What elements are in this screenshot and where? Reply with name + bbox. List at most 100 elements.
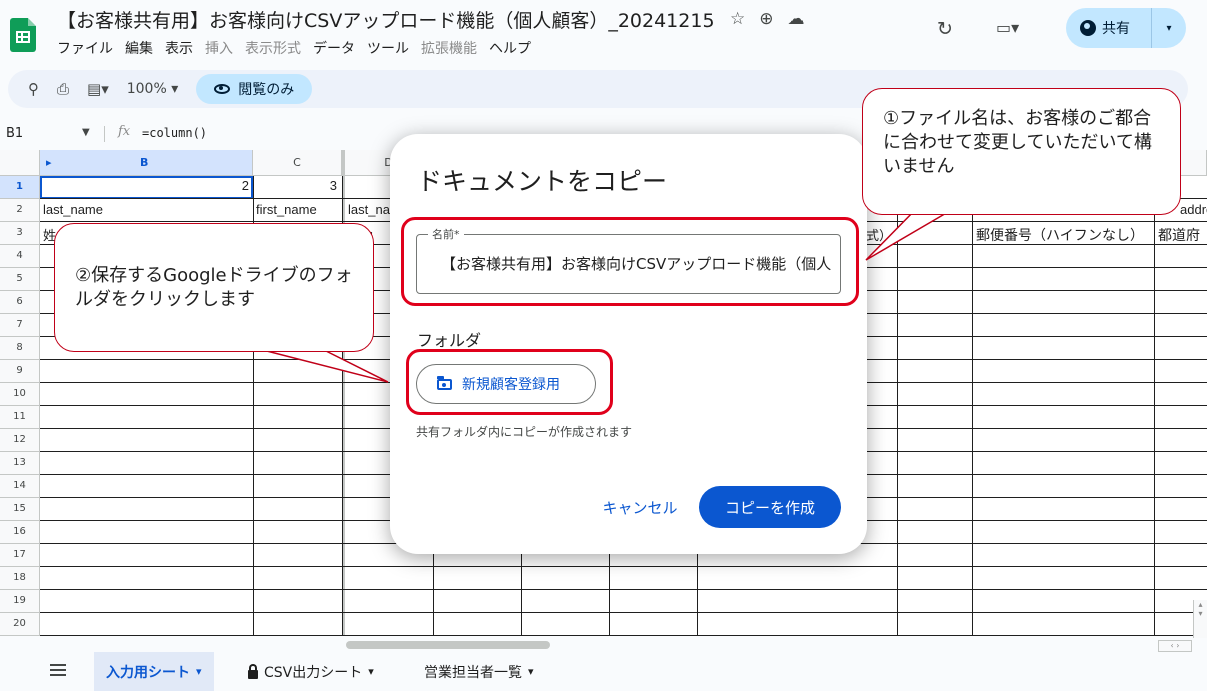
move-to-drive-icon[interactable]: ⊕ [759, 9, 773, 29]
sheets-logo-icon[interactable] [10, 18, 36, 52]
share-label: 共有 [1102, 21, 1130, 37]
row-header[interactable]: 5 [0, 268, 40, 291]
column-header-c[interactable]: C [253, 150, 342, 176]
menu-item-6[interactable]: ツール [367, 38, 409, 58]
cell-prefecture-header[interactable]: 都道府 [1158, 225, 1207, 245]
menu-item-1[interactable]: 編集 [125, 38, 153, 58]
app-header: 【お客様共有用】お客様向けCSVアップロード機能（個人顧客）_20241215 … [0, 0, 1207, 68]
highlight-file-name [401, 217, 859, 306]
chevron-down-icon: ▾ [171, 81, 179, 97]
vertical-scroll-arrows[interactable]: ▴ ▾ [1193, 600, 1207, 638]
share-dropdown-icon[interactable]: ▾ [1152, 23, 1186, 34]
sheet-tab-bar: 入力用シート ▾ CSV出力シート ▾ 営業担当者一覧 ▾ [0, 652, 1207, 691]
row-header[interactable]: 10 [0, 383, 40, 406]
column-header-a[interactable]: ▸ B [40, 150, 253, 176]
horizontal-scrollbar[interactable] [346, 641, 550, 649]
select-all-corner[interactable] [0, 150, 40, 176]
row-header[interactable]: 12 [0, 429, 40, 452]
row-header[interactable]: 11 [0, 406, 40, 429]
globe-icon [1080, 20, 1096, 36]
cell-c2[interactable]: first_name [256, 202, 342, 217]
all-sheets-icon[interactable] [50, 664, 66, 676]
row-header[interactable]: 19 [0, 590, 40, 613]
folder-heading: フォルダ [417, 331, 482, 350]
cell-g3[interactable]: 式） [866, 225, 896, 244]
row-gridline [40, 612, 1207, 613]
print-icon[interactable]: ⎙ [57, 80, 69, 98]
document-title[interactable]: 【お客様共有用】お客様向けCSVアップロード機能（個人顧客）_20241215 [57, 6, 715, 33]
share-main-button[interactable]: 共有 [1066, 8, 1152, 48]
fx-icon: fx [118, 124, 131, 139]
row-header[interactable]: 20 [0, 613, 40, 636]
callout-folder: ②保存するGoogleドライブのフォルダをクリックします [54, 223, 374, 352]
zoom-select[interactable]: 100% ▾ [127, 81, 179, 97]
name-box-dropdown-icon[interactable]: ▼ [82, 127, 90, 138]
sheet-tab-input[interactable]: 入力用シート ▾ [94, 652, 214, 691]
menu-item-4[interactable]: 表示形式 [245, 38, 301, 58]
chevron-down-icon: ▾ [196, 665, 202, 678]
cell-b2[interactable]: last_name [43, 202, 251, 217]
dialog-title: ドキュメントをコピー [417, 167, 668, 196]
selected-cell-outline [40, 176, 253, 199]
row-gridline [40, 566, 1207, 567]
row-gridline [40, 635, 1207, 636]
row-gridline [40, 589, 1207, 590]
title-icons: ☆ ⊕ ☁ [730, 9, 805, 29]
copy-document-dialog: ドキュメントをコピー 名前* 【お客様共有用】お客様向けCSVアップロード機能（… [390, 134, 867, 554]
menu-item-5[interactable]: データ [313, 38, 355, 58]
menu-bar: ファイル 編集 表示 挿入 表示形式 データ ツール 拡張機能 ヘルプ [57, 38, 531, 58]
row-header[interactable]: 3 [0, 222, 40, 245]
sheet-tab-csv-output[interactable]: CSV出力シート ▾ [236, 652, 386, 691]
row-header[interactable]: 6 [0, 291, 40, 314]
row-header[interactable]: 17 [0, 544, 40, 567]
row-header[interactable]: 13 [0, 452, 40, 475]
paint-format-icon[interactable]: ▤▾ [87, 80, 109, 98]
view-only-label: 閲覧のみ [238, 82, 295, 98]
menu-item-7[interactable]: 拡張機能 [421, 38, 477, 58]
lock-icon [248, 663, 258, 679]
scroll-arrows[interactable]: ‹ › [1158, 640, 1192, 652]
sheet-tab-label: 入力用シート [106, 664, 190, 681]
menu-item-2[interactable]: 表示 [165, 38, 193, 58]
callout-file-name: ①ファイル名は、お客様のご都合に合わせて変更していただいて構いません [862, 88, 1181, 215]
column-gridline [897, 176, 898, 636]
chevron-down-icon: ▾ [368, 665, 374, 678]
chevron-down-icon: ▾ [528, 665, 534, 678]
row-header[interactable]: 4 [0, 245, 40, 268]
row-header[interactable]: 7 [0, 314, 40, 337]
version-history-icon[interactable]: ↻ [937, 18, 953, 40]
view-only-chip[interactable]: 閲覧のみ [196, 74, 313, 104]
zoom-value: 100% [126, 81, 167, 97]
row-header[interactable]: 2 [0, 199, 40, 222]
formula-input[interactable]: =column() [142, 126, 207, 140]
column-gridline [1154, 176, 1155, 636]
row-header[interactable]: 14 [0, 475, 40, 498]
row-header[interactable]: 9 [0, 360, 40, 383]
sheet-tab-label: CSV出力シート [264, 664, 363, 681]
eye-icon [214, 84, 231, 94]
sheet-tab-label: 営業担当者一覧 [424, 664, 522, 681]
cell-c1[interactable]: 3 [256, 178, 337, 193]
menu-item-3[interactable]: 挿入 [205, 38, 233, 58]
search-icon[interactable]: ⚲ [28, 80, 39, 98]
name-box[interactable]: B1 [6, 126, 23, 141]
menu-item-0[interactable]: ファイル [57, 38, 113, 58]
cell-postal-header[interactable]: 郵便番号（ハイフンなし） [976, 225, 1154, 245]
cancel-button[interactable]: キャンセル [596, 486, 684, 528]
row-header[interactable]: 16 [0, 521, 40, 544]
highlight-folder [406, 349, 613, 415]
column-gridline [972, 176, 973, 636]
folder-note: 共有フォルダ内にコピーが作成されます [416, 425, 633, 439]
sheet-tab-sales-reps[interactable]: 営業担当者一覧 ▾ [412, 652, 546, 691]
row-header[interactable]: 1 [0, 176, 40, 199]
cloud-status-icon[interactable]: ☁ [788, 9, 805, 29]
meet-icon[interactable]: ▭▾ [996, 18, 1019, 37]
star-icon[interactable]: ☆ [730, 9, 745, 29]
make-copy-button[interactable]: コピーを作成 [699, 486, 841, 528]
row-header[interactable]: 15 [0, 498, 40, 521]
row-header[interactable]: 18 [0, 567, 40, 590]
row-header[interactable]: 8 [0, 337, 40, 360]
share-button[interactable]: 共有 ▾ [1066, 8, 1186, 48]
cell-address-header[interactable]: addre [1180, 202, 1207, 217]
menu-item-8[interactable]: ヘルプ [489, 38, 531, 58]
